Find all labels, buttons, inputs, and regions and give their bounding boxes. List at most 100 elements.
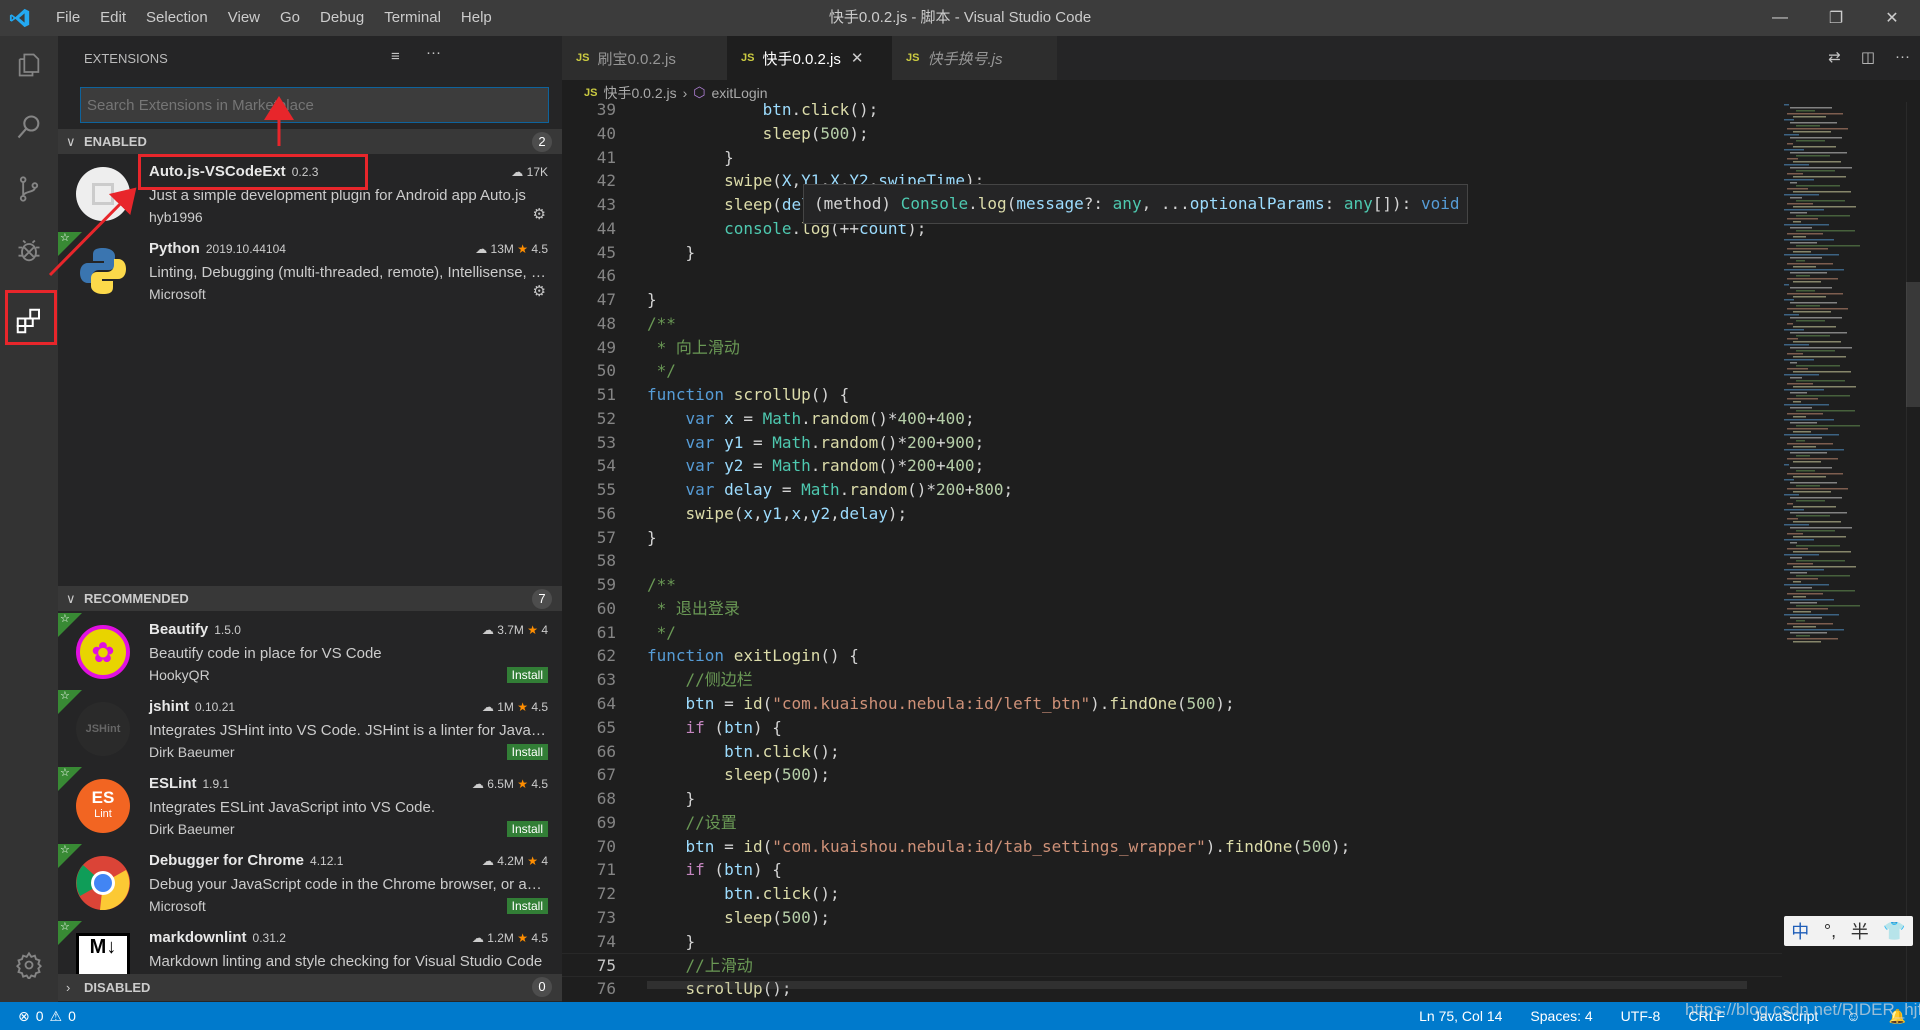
extension-item[interactable]: ☆ ES Lint ESLint 1.9.1 Integrates ESLint Java…	[58, 767, 562, 844]
install-button[interactable]: Install	[506, 898, 548, 914]
minimap-line	[1790, 152, 1847, 154]
code-token: y2	[724, 456, 744, 476]
line-ending[interactable]: CRLF	[1688, 1008, 1725, 1024]
code-token: 500	[781, 765, 811, 785]
feedback-smiley-icon[interactable]: ☺	[1846, 1008, 1860, 1024]
menu-selection[interactable]: Selection	[136, 0, 218, 36]
extension-item[interactable]: ☆ JSHint jshint 0.10.21 Integrates JSHint in…	[58, 690, 562, 767]
extension-description: Markdown linting and style checking for …	[149, 953, 543, 970]
minimap-line	[1784, 359, 1814, 361]
tooltip-token: any	[1343, 194, 1373, 213]
tab-3[interactable]: JS 快手换号.js	[892, 36, 1057, 80]
minimize-button[interactable]: —	[1752, 0, 1808, 36]
minimap-line	[1787, 518, 1798, 520]
rating-star-icon: ★	[523, 854, 542, 868]
extension-item[interactable]: ☆ M↓ markdownlint 0.31.2 Markdown linting an…	[58, 921, 562, 974]
open-changes-icon[interactable]: ⇄	[1828, 48, 1841, 66]
manage-gear-icon[interactable]: ⚙	[533, 282, 546, 300]
minimap-line	[1784, 224, 1829, 226]
code-line: 51 function scrollUp() {	[562, 383, 1782, 407]
code-token: var	[685, 456, 725, 476]
more-actions-icon[interactable]: ···	[426, 44, 441, 61]
code-editor[interactable]: 39 btn.click(); 40 sleep(500); 41 } 42 swip…	[562, 102, 1782, 1002]
ime-toolbar[interactable]: 中 °, 半 👕	[1784, 916, 1913, 946]
explorer-icon[interactable]	[0, 36, 58, 94]
install-button[interactable]: Install	[506, 667, 548, 683]
extension-item[interactable]: ☆ ✿ Beautify 1.5.0 Beautify code in place fo…	[58, 613, 562, 690]
install-button[interactable]: Install	[506, 744, 548, 760]
encoding[interactable]: UTF-8	[1621, 1008, 1661, 1024]
settings-gear-icon[interactable]	[0, 936, 58, 994]
ime-punct[interactable]: °,	[1824, 921, 1836, 942]
ime-skin-icon[interactable]: 👕	[1883, 921, 1905, 942]
code-token: 400	[945, 456, 975, 476]
cursor-position[interactable]: Ln 75, Col 14	[1419, 1008, 1502, 1024]
code-token: scrollUp	[733, 385, 811, 405]
tab-2[interactable]: JS 快手0.0.2.js ✕	[727, 36, 892, 80]
more-actions-icon[interactable]: ···	[1895, 48, 1910, 66]
code-token: * 向上滑动	[647, 337, 740, 357]
js-file-icon: JS	[741, 52, 755, 64]
extension-item[interactable]: ☆ Python 2019.10.44104 Linting, Debugging (…	[58, 232, 562, 309]
menu-view[interactable]: View	[218, 0, 270, 36]
source-control-icon[interactable]	[0, 160, 58, 218]
code-token: );	[810, 907, 831, 927]
editor-area: JS 刷宝0.0.2.js JS 快手0.0.2.js ✕ JS 快手换号.js ⇄ ◫ ·…	[562, 36, 1920, 1002]
minimap[interactable]	[1784, 102, 1904, 662]
title-bar: File Edit Selection View Go Debug Terminal Help…	[0, 0, 1920, 36]
section-disabled[interactable]: › DISABLED 0	[58, 974, 562, 1001]
manage-gear-icon[interactable]: ⚙	[533, 205, 546, 223]
minimap-line	[1787, 128, 1848, 130]
code-token: =	[772, 480, 802, 500]
breadcrumb-file[interactable]: 快手0.0.2.js	[603, 83, 676, 103]
vertical-scrollbar[interactable]	[1906, 102, 1920, 1002]
install-button[interactable]: Install	[506, 821, 548, 837]
problems-indicator[interactable]: ⊗ 0 ⚠ 0	[0, 1008, 76, 1025]
code-token: Math	[762, 408, 802, 428]
code-token: "com.kuaishou.nebula:id/tab_settings_wra…	[772, 836, 1206, 856]
line-text: }	[647, 526, 657, 550]
code-token: ()*	[878, 456, 908, 476]
notifications-bell-icon[interactable]: 🔔	[1889, 1008, 1906, 1025]
tab-1[interactable]: JS 刷宝0.0.2.js	[562, 36, 727, 80]
line-text: }	[647, 241, 696, 265]
debug-icon[interactable]	[0, 222, 58, 280]
menu-file[interactable]: File	[46, 0, 90, 36]
minimap-line	[1784, 629, 1844, 631]
menu-debug[interactable]: Debug	[310, 0, 374, 36]
minimap-line	[1793, 401, 1801, 403]
code-token: (	[733, 503, 744, 523]
scrollbar-thumb[interactable]	[1906, 282, 1920, 407]
activity-bar	[0, 36, 58, 1002]
horizontal-scrollbar[interactable]	[647, 981, 1747, 989]
search-icon[interactable]	[0, 98, 58, 156]
close-tab-icon[interactable]: ✕	[851, 49, 864, 67]
ime-lang[interactable]: 中	[1791, 918, 1809, 944]
menu-help[interactable]: Help	[451, 0, 502, 36]
code-token: var	[685, 480, 725, 500]
extension-description: Debug your JavaScript code in the Chrome…	[149, 876, 549, 893]
rating-value: 4	[541, 854, 548, 868]
ime-width[interactable]: 半	[1851, 918, 1869, 944]
menu-edit[interactable]: Edit	[90, 0, 136, 36]
rating-star-icon: ★	[513, 700, 532, 714]
clear-extensions-icon[interactable]: ≡	[391, 48, 400, 65]
breadcrumb-symbol[interactable]: exitLogin	[712, 85, 768, 101]
indentation[interactable]: Spaces: 4	[1530, 1008, 1592, 1024]
tooltip-token: message	[1016, 194, 1084, 213]
language-mode[interactable]: JavaScript	[1753, 1008, 1818, 1024]
download-cloud-icon: ☁	[475, 242, 491, 256]
extension-item[interactable]: ☆ Debugger for Chrome 4.12.1 Debug your Jav…	[58, 844, 562, 921]
minimap-line	[1796, 410, 1855, 412]
restore-button[interactable]: ❐	[1808, 0, 1864, 36]
section-recommended[interactable]: ∨ RECOMMENDED 7	[58, 586, 562, 611]
minimap-line	[1790, 242, 1817, 244]
section-enabled[interactable]: ∨ ENABLED 2	[58, 129, 562, 154]
menu-go[interactable]: Go	[270, 0, 310, 36]
section-label: DISABLED	[84, 980, 151, 995]
menu-terminal[interactable]: Terminal	[374, 0, 451, 36]
split-editor-icon[interactable]: ◫	[1861, 48, 1875, 66]
extensions-search-input[interactable]	[80, 87, 549, 123]
close-window-button[interactable]: ✕	[1864, 0, 1920, 36]
code-token: sleep	[762, 123, 811, 143]
